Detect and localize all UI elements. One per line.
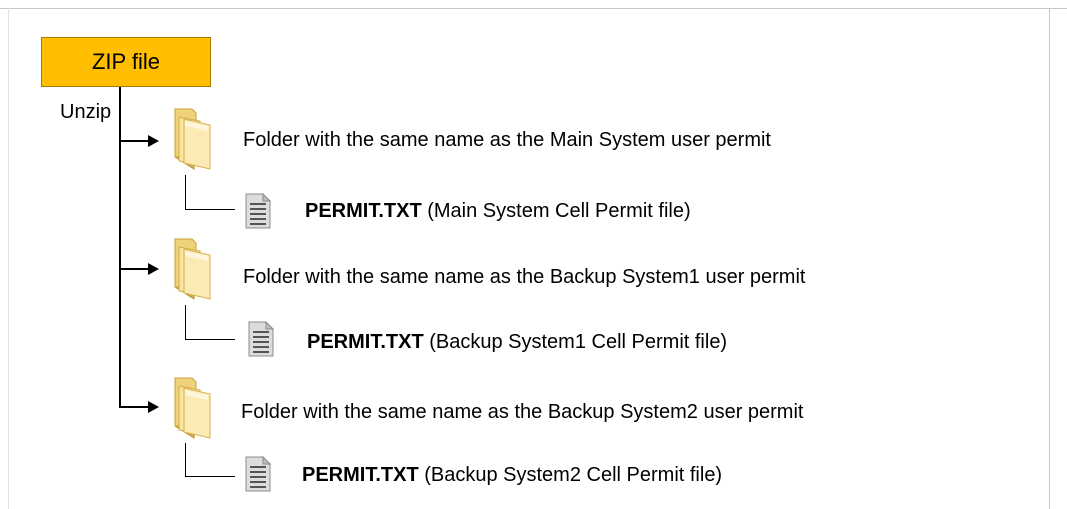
file-desc-1: (Main System Cell Permit file) xyxy=(427,200,691,222)
branch-line-1 xyxy=(119,140,149,142)
unzip-label: Unzip xyxy=(60,101,112,123)
branch-line-2 xyxy=(119,268,149,270)
file-name-3: PERMIT.TXT xyxy=(302,464,419,486)
file-connector-horizontal-3 xyxy=(185,476,235,477)
arrow-right-icon xyxy=(148,263,159,275)
text-file-icon xyxy=(248,321,274,357)
zip-file-box: ZIP file xyxy=(41,37,211,87)
frame-left-border xyxy=(8,8,9,509)
file-connector-horizontal-1 xyxy=(185,209,235,210)
folder-label-3: Folder with the same name as the Backup … xyxy=(241,401,804,423)
file-connector-vertical-3 xyxy=(185,443,186,477)
text-file-icon xyxy=(245,456,271,492)
trunk-line xyxy=(119,87,121,408)
file-label-3: PERMIT.TXT (Backup System2 Cell Permit f… xyxy=(302,464,722,487)
arrow-right-icon xyxy=(148,401,159,413)
file-desc-3: (Backup System2 Cell Permit file) xyxy=(424,464,723,486)
folder-icon xyxy=(174,377,211,439)
file-connector-vertical-1 xyxy=(185,175,186,210)
file-connector-vertical-2 xyxy=(185,305,186,340)
folder-icon xyxy=(174,108,211,170)
file-connector-horizontal-2 xyxy=(185,339,235,340)
branch-line-3 xyxy=(119,406,149,408)
file-label-2: PERMIT.TXT (Backup System1 Cell Permit f… xyxy=(307,331,727,354)
frame-right-border xyxy=(1049,8,1050,509)
text-file-icon xyxy=(245,193,271,229)
arrow-right-icon xyxy=(148,135,159,147)
folder-icon xyxy=(174,238,211,300)
frame-top-border xyxy=(0,8,1067,9)
folder-label-2: Folder with the same name as the Backup … xyxy=(243,266,806,288)
folder-label-1: Folder with the same name as the Main Sy… xyxy=(243,129,771,151)
file-name-1: PERMIT.TXT xyxy=(305,200,422,222)
file-label-1: PERMIT.TXT (Main System Cell Permit file… xyxy=(305,200,691,223)
zip-file-label: ZIP file xyxy=(91,49,161,74)
file-name-2: PERMIT.TXT xyxy=(307,331,424,353)
file-desc-2: (Backup System1 Cell Permit file) xyxy=(429,331,728,353)
